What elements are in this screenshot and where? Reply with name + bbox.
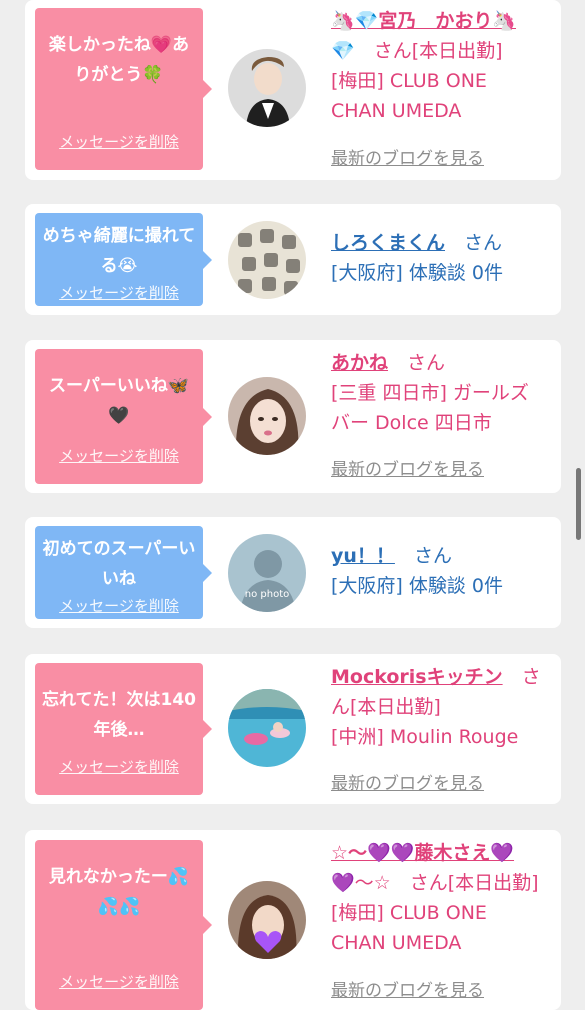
- message-card: めちゃ綺麗に撮れてる😭 メッセージを削除 しろくまくん さん [大阪府] 体験談…: [25, 204, 561, 315]
- location-line: [梅田] CLUB ONE: [331, 70, 487, 92]
- message-text: 初めてのスーパーいいね: [42, 539, 196, 589]
- honorific-status: さん[本日出勤]: [373, 40, 503, 62]
- profile-name-link[interactable]: 🦄💎宮乃 かおり🦄: [331, 10, 516, 32]
- message-text: スーパーいいね🦋🖤: [49, 376, 189, 426]
- message-bubble: 楽しかったね💗ありがとう🍀 メッセージを削除: [35, 8, 212, 170]
- profile-name-link[interactable]: ☆〜💜💜藤木さえ💜: [331, 842, 514, 864]
- location-line: [中洲] Moulin Rouge: [331, 726, 519, 748]
- honorific-status: さん[本日出勤]: [409, 872, 539, 894]
- profile-name-link[interactable]: Mockorisキッチン: [331, 666, 503, 688]
- profile-name-continued[interactable]: 💎: [331, 40, 355, 62]
- honorific: さん: [407, 352, 446, 374]
- latest-blog-link[interactable]: 最新のブログを見る: [331, 976, 484, 1001]
- profile-info: しろくまくん さん [大阪府] 体験談 0件: [331, 228, 553, 288]
- delete-message-link[interactable]: メッセージを削除: [35, 756, 203, 777]
- profile-name-link[interactable]: yu！！: [331, 545, 395, 567]
- latest-blog-link[interactable]: 最新のブログを見る: [331, 769, 484, 794]
- location-line: CHAN UMEDA: [331, 100, 462, 122]
- scrollbar-thumb[interactable]: [576, 468, 581, 540]
- delete-message-link[interactable]: メッセージを削除: [35, 131, 203, 152]
- location-line: バー Dolce 四日市: [331, 412, 492, 434]
- message-card: 楽しかったね💗ありがとう🍀 メッセージを削除 🦄💎宮乃 かおり🦄 💎 さん[本日…: [25, 0, 561, 180]
- message-card: スーパーいいね🦋🖤 メッセージを削除 あかね さん [三重 四日市] ガールズ …: [25, 340, 561, 493]
- profile-info: Mockorisキッチン さ ん[本日出勤] [中洲] Moulin Rouge: [331, 662, 553, 752]
- delete-message-link[interactable]: メッセージを削除: [35, 971, 203, 992]
- no-photo-label: no photo: [245, 589, 289, 600]
- delete-message-link[interactable]: メッセージを削除: [35, 445, 203, 466]
- message-card: 忘れてた！次は140年後… メッセージを削除 Mockorisキッチン さ ん[…: [25, 654, 561, 804]
- honorific: さん: [464, 232, 503, 254]
- message-bubble: めちゃ綺麗に撮れてる😭 メッセージを削除: [35, 213, 212, 306]
- latest-blog-link[interactable]: 最新のブログを見る: [331, 144, 484, 169]
- avatar[interactable]: [228, 377, 306, 455]
- location-line: [大阪府] 体験談 0件: [331, 262, 503, 284]
- location-line: CHAN UMEDA: [331, 932, 462, 954]
- profile-name-link[interactable]: あかね: [331, 352, 388, 374]
- avatar[interactable]: [228, 221, 306, 299]
- honorific-status: ん[本日出勤]: [331, 696, 441, 718]
- message-text: 忘れてた！次は140年後…: [42, 690, 196, 740]
- profile-info: 🦄💎宮乃 かおり🦄 💎 さん[本日出勤] [梅田] CLUB ONE CHAN …: [331, 6, 553, 126]
- message-bubble: 見れなかったー💦💦💦 メッセージを削除: [35, 840, 212, 1010]
- message-card: 初めてのスーパーいいね メッセージを削除 no photo yu！！ さん [大…: [25, 517, 561, 628]
- avatar[interactable]: [228, 49, 306, 127]
- avatar[interactable]: no photo: [228, 534, 306, 612]
- delete-message-link[interactable]: メッセージを削除: [35, 595, 203, 616]
- message-bubble: 忘れてた！次は140年後… メッセージを削除: [35, 663, 212, 795]
- message-text: めちゃ綺麗に撮れてる😭: [42, 226, 196, 276]
- delete-message-link[interactable]: メッセージを削除: [35, 282, 203, 303]
- profile-name-link[interactable]: しろくまくん: [331, 232, 445, 254]
- honorific: さ: [521, 666, 541, 688]
- avatar[interactable]: [228, 689, 306, 767]
- message-bubble: スーパーいいね🦋🖤 メッセージを削除: [35, 349, 212, 484]
- honorific: さん: [413, 545, 452, 567]
- message-card: 見れなかったー💦💦💦 メッセージを削除 ☆〜💜💜藤木さえ💜 💜〜☆ さん[本日出…: [25, 830, 561, 1010]
- location-line: [梅田] CLUB ONE: [331, 902, 487, 924]
- avatar[interactable]: [228, 881, 306, 959]
- location-line: [三重 四日市] ガールズ: [331, 382, 529, 404]
- location-line: [大阪府] 体験談 0件: [331, 575, 503, 597]
- profile-info: yu！！ さん [大阪府] 体験談 0件: [331, 541, 553, 601]
- profile-info: ☆〜💜💜藤木さえ💜 💜〜☆ さん[本日出勤] [梅田] CLUB ONE CHA…: [331, 838, 553, 958]
- message-text: 楽しかったね💗ありがとう🍀: [48, 35, 190, 85]
- message-text: 見れなかったー💦💦💦: [48, 867, 190, 917]
- profile-info: あかね さん [三重 四日市] ガールズ バー Dolce 四日市: [331, 348, 553, 438]
- profile-name-continued[interactable]: 💜〜☆: [331, 872, 391, 894]
- message-bubble: 初めてのスーパーいいね メッセージを削除: [35, 526, 212, 619]
- latest-blog-link[interactable]: 最新のブログを見る: [331, 455, 484, 480]
